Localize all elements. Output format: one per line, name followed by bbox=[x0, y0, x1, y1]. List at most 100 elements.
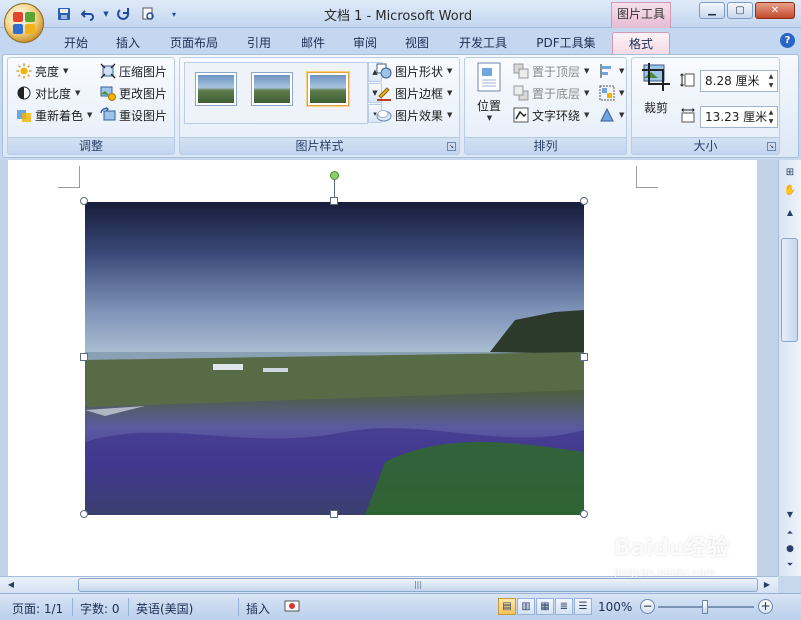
chevron-down-icon[interactable]: ▼ bbox=[102, 5, 110, 23]
shape-width-field[interactable]: 13.23 厘米 ▲ ▼ bbox=[700, 106, 778, 128]
tab-review[interactable]: 审阅 bbox=[346, 32, 384, 54]
close-icon[interactable]: ✕ bbox=[755, 2, 795, 19]
change-picture-button[interactable]: 更改图片 bbox=[100, 84, 167, 102]
next-page-icon[interactable]: ⏷ bbox=[783, 558, 797, 572]
office-button[interactable] bbox=[4, 3, 44, 43]
picture-border-label: 图片边框 bbox=[395, 86, 444, 101]
language-indicator[interactable]: 英语(美国) bbox=[136, 600, 193, 617]
dialog-launcher-icon[interactable]: ↘ bbox=[767, 142, 776, 151]
picture-style-thumb[interactable] bbox=[251, 72, 293, 106]
print-preview-icon[interactable] bbox=[138, 5, 158, 23]
rotation-line bbox=[334, 180, 335, 198]
inserted-picture[interactable] bbox=[85, 202, 584, 515]
height-spinner[interactable]: ▲ ▼ bbox=[766, 72, 776, 90]
resize-handle-ne[interactable] bbox=[580, 197, 588, 205]
full-screen-reading-view-button[interactable]: ▥ bbox=[517, 598, 535, 615]
shapes-icon bbox=[376, 63, 392, 79]
picture-style-thumb[interactable] bbox=[307, 72, 349, 106]
compress-pictures-button[interactable]: 压缩图片 bbox=[100, 62, 167, 80]
bring-to-front-button[interactable]: 置于顶层 ▼ bbox=[513, 62, 589, 80]
resize-handle-nw[interactable] bbox=[80, 197, 88, 205]
tab-view[interactable]: 视图 bbox=[398, 32, 436, 54]
status-bar: 页面: 1/1 字数: 0 英语(美国) 插入 ▤ ▥ ▦ ≣ ☰ 100% −… bbox=[0, 593, 801, 620]
horizontal-scrollbar[interactable]: ◀ ||| ▶ bbox=[0, 576, 778, 593]
brightness-button[interactable]: 亮度 ▼ bbox=[16, 62, 68, 80]
rotation-handle[interactable] bbox=[330, 171, 339, 180]
zoom-out-icon[interactable]: − bbox=[640, 599, 655, 614]
tab-insert[interactable]: 插入 bbox=[108, 32, 148, 54]
group-objects-button[interactable]: ▼ bbox=[599, 84, 624, 102]
crop-button[interactable]: 裁剪 bbox=[636, 62, 676, 132]
contrast-button[interactable]: 对比度 ▼ bbox=[16, 84, 80, 102]
resize-handle-s[interactable] bbox=[330, 510, 338, 518]
web-layout-view-button[interactable]: ▦ bbox=[536, 598, 554, 615]
vertical-scroll-thumb[interactable] bbox=[781, 238, 798, 342]
width-spinner[interactable]: ▲ ▼ bbox=[766, 108, 776, 126]
zoom-slider-thumb[interactable] bbox=[702, 600, 708, 614]
horizontal-scroll-thumb[interactable]: ||| bbox=[78, 578, 758, 592]
group-arrange: 位置 ▼ 置于顶层 ▼ 置于底层 ▼ 文字环绕 ▼ ▼ ▼ ▼ 排列 bbox=[464, 57, 627, 155]
ruler-toggle-icon[interactable]: ⊞ bbox=[783, 166, 797, 180]
maximize-icon[interactable]: ▢ bbox=[727, 2, 753, 19]
help-icon[interactable]: ? bbox=[780, 33, 795, 48]
page-margin-corner bbox=[58, 166, 80, 188]
resize-handle-se[interactable] bbox=[580, 510, 588, 518]
tab-format[interactable]: 格式 bbox=[612, 32, 670, 54]
picture-shape-button[interactable]: 图片形状 ▼ bbox=[376, 62, 452, 80]
tab-mailings[interactable]: 邮件 bbox=[294, 32, 332, 54]
picture-effects-button[interactable]: 图片效果 ▼ bbox=[376, 106, 452, 124]
tab-home[interactable]: 开始 bbox=[56, 32, 96, 54]
hand-icon[interactable]: ✋ bbox=[783, 184, 797, 198]
position-button[interactable]: 位置 ▼ bbox=[471, 62, 507, 132]
tab-developer[interactable]: 开发工具 bbox=[452, 32, 514, 54]
text-wrapping-button[interactable]: 文字环绕 ▼ bbox=[513, 106, 589, 124]
save-icon[interactable] bbox=[54, 5, 74, 23]
outline-view-button[interactable]: ≣ bbox=[555, 598, 573, 615]
resize-handle-w[interactable] bbox=[80, 353, 88, 361]
insert-mode[interactable]: 插入 bbox=[246, 600, 270, 617]
ribbon-tabs: 开始 插入 页面布局 引用 邮件 审阅 视图 开发工具 PDF工具集 格式 ? bbox=[0, 28, 801, 54]
draft-view-button[interactable]: ☰ bbox=[574, 598, 592, 615]
compress-icon bbox=[100, 63, 116, 79]
zoom-level[interactable]: 100% bbox=[598, 600, 632, 614]
minimize-icon[interactable]: ▁ bbox=[699, 2, 725, 19]
align-button[interactable]: ▼ bbox=[599, 62, 624, 80]
previous-page-icon[interactable]: ⏶ bbox=[783, 526, 797, 540]
picture-style-thumb[interactable] bbox=[195, 72, 237, 106]
scroll-down-icon[interactable]: ▼ bbox=[783, 508, 797, 522]
macro-recording-icon[interactable] bbox=[284, 598, 300, 617]
shape-height-field[interactable]: 8.28 厘米 ▲ ▼ bbox=[700, 70, 778, 92]
print-layout-view-button[interactable]: ▤ bbox=[498, 598, 516, 615]
chevron-down-icon: ▼ bbox=[584, 89, 590, 97]
word-count[interactable]: 字数: 0 bbox=[80, 600, 120, 617]
browse-object-icon[interactable]: ● bbox=[783, 542, 797, 556]
chevron-down-icon: ▼ bbox=[447, 111, 453, 119]
resize-handle-sw[interactable] bbox=[80, 510, 88, 518]
recolor-button[interactable]: 重新着色 ▼ bbox=[16, 106, 92, 124]
picture-border-button[interactable]: 图片边框 ▼ bbox=[376, 84, 452, 102]
tab-references[interactable]: 引用 bbox=[240, 32, 278, 54]
tab-page-layout[interactable]: 页面布局 bbox=[163, 32, 225, 54]
picture-shape-label: 图片形状 bbox=[395, 64, 444, 79]
dialog-launcher-icon[interactable]: ↘ bbox=[447, 142, 456, 151]
scroll-left-icon[interactable]: ◀ bbox=[4, 578, 18, 592]
contrast-label: 对比度 bbox=[35, 86, 72, 101]
zoom-in-icon[interactable]: + bbox=[758, 599, 773, 614]
resize-handle-n[interactable] bbox=[330, 197, 338, 205]
resize-handle-e[interactable] bbox=[580, 353, 588, 361]
scroll-up-icon[interactable]: ▲ bbox=[783, 206, 797, 220]
redo-icon[interactable] bbox=[114, 5, 134, 23]
crop-icon bbox=[641, 62, 671, 92]
vertical-scrollbar[interactable]: ⊞ ✋ ▲ ▼ ⏶ ● ⏷ bbox=[778, 160, 801, 576]
customize-icon[interactable]: ▾ bbox=[168, 5, 180, 23]
chevron-down-icon: ▼ bbox=[447, 67, 453, 75]
reset-picture-button[interactable]: 重设图片 bbox=[100, 106, 167, 124]
rotate-button[interactable]: ▼ bbox=[599, 106, 624, 124]
scroll-right-icon[interactable]: ▶ bbox=[760, 578, 774, 592]
undo-icon[interactable] bbox=[78, 5, 98, 23]
send-to-back-button[interactable]: 置于底层 ▼ bbox=[513, 84, 589, 102]
shape-width-value: 13.23 厘米 bbox=[705, 110, 768, 124]
tab-pdf-tools[interactable]: PDF工具集 bbox=[530, 32, 602, 54]
page-count[interactable]: 页面: 1/1 bbox=[12, 600, 63, 617]
send-to-back-label: 置于底层 bbox=[532, 86, 581, 101]
